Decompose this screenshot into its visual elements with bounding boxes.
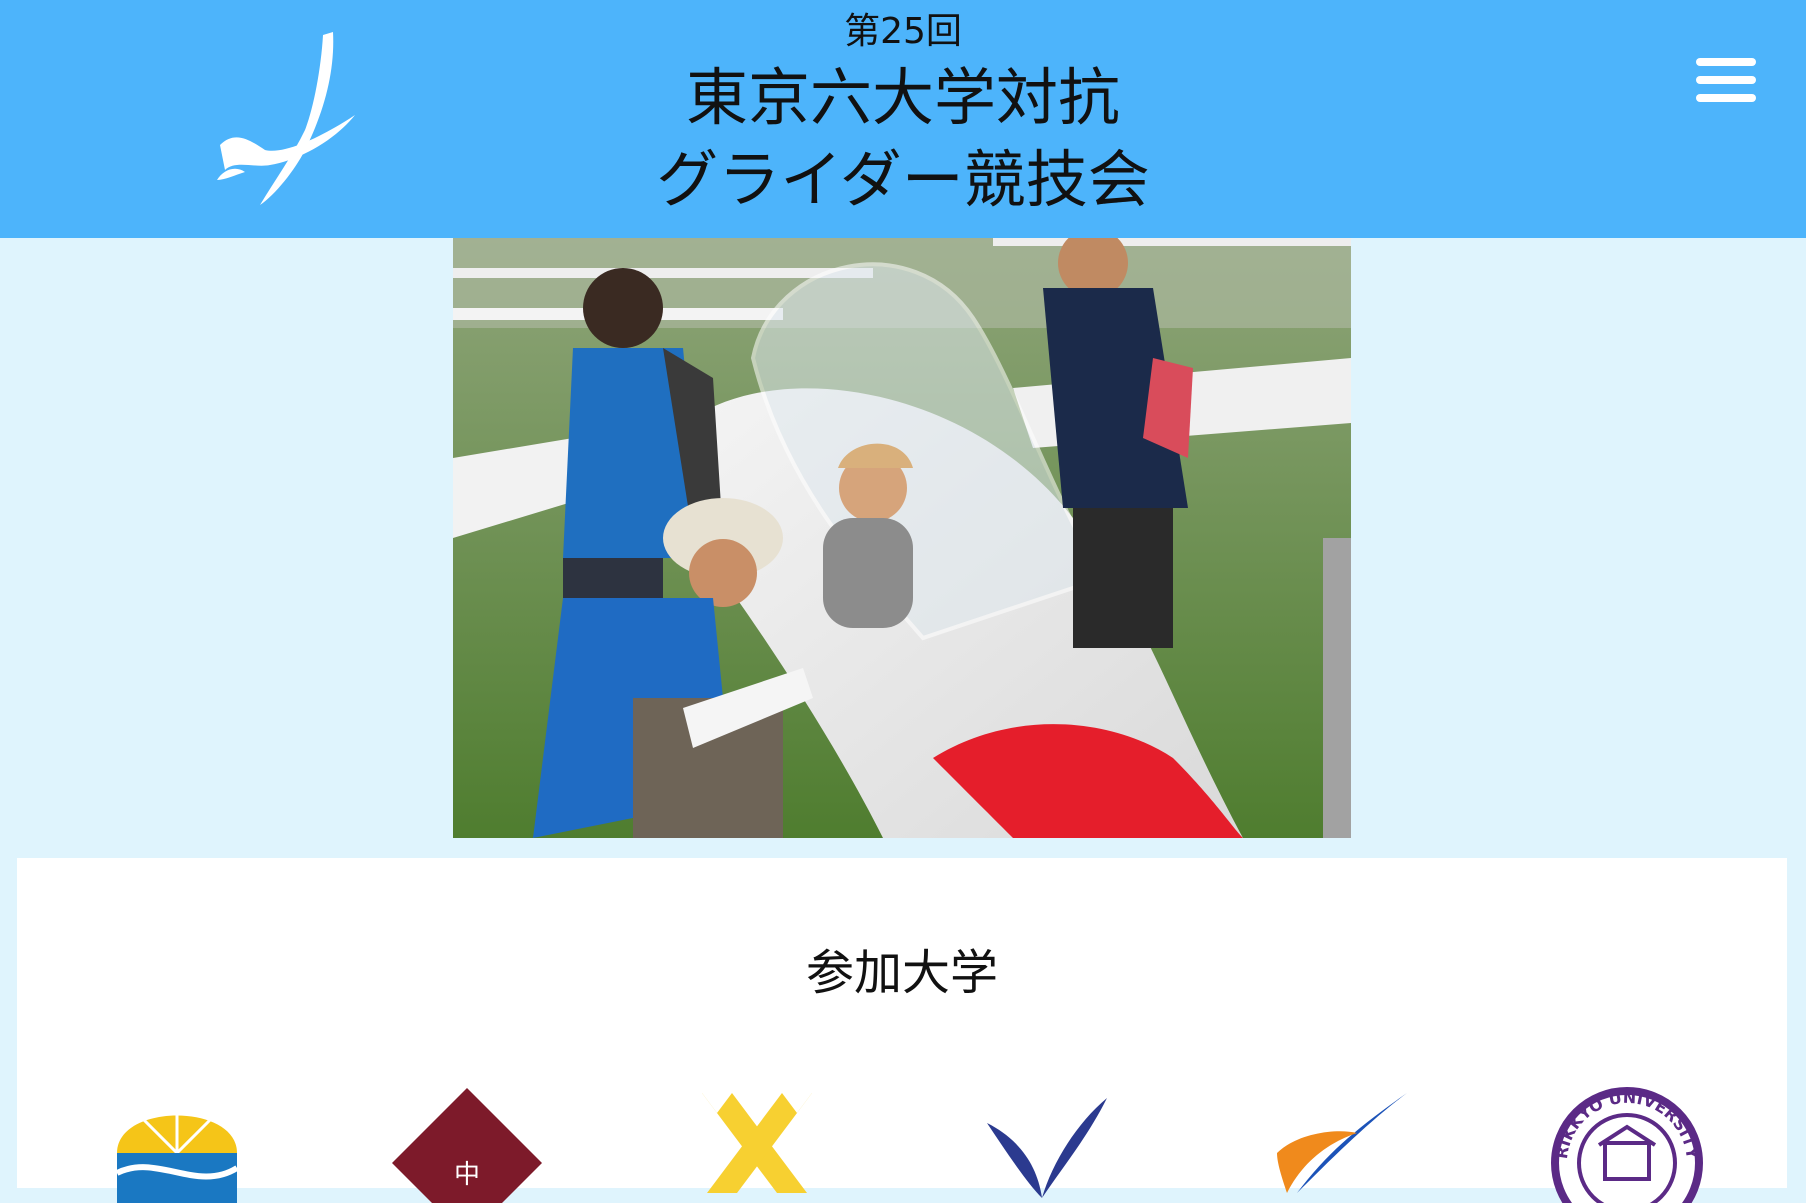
menu-bar	[1696, 58, 1756, 66]
university-ginkgo-logo-icon[interactable]	[97, 1083, 257, 1203]
edition-label: 第25回	[844, 11, 962, 52]
menu-bar	[1696, 94, 1756, 102]
section-heading: 参加大学	[805, 945, 998, 1001]
title-line-1: 東京六大学対抗	[685, 61, 1120, 134]
university-pen-cross-logo-icon[interactable]	[677, 1083, 837, 1203]
title-line-2: グライダー競技会	[656, 143, 1150, 216]
site-header: 第25回 東京六大学対抗 グライダー競技会	[0, 0, 1806, 238]
university-maroon-diamond-logo-icon[interactable]: 中	[387, 1083, 547, 1203]
participants-section: 参加大学 中 RIKKYO UNIVERSITY	[17, 858, 1787, 1203]
university-rikkyo-seal-icon[interactable]: RIKKYO UNIVERSITY	[1547, 1083, 1707, 1203]
svg-text:中: 中	[454, 1160, 480, 1190]
university-orange-blue-swoosh-logo-icon[interactable]	[1257, 1083, 1417, 1203]
hamburger-menu-icon[interactable]	[1690, 52, 1760, 108]
university-blue-wings-logo-icon[interactable]	[967, 1083, 1127, 1203]
menu-bar	[1696, 76, 1756, 84]
hero-photo	[453, 238, 1351, 838]
glider-cockpit-photo	[453, 238, 1351, 838]
